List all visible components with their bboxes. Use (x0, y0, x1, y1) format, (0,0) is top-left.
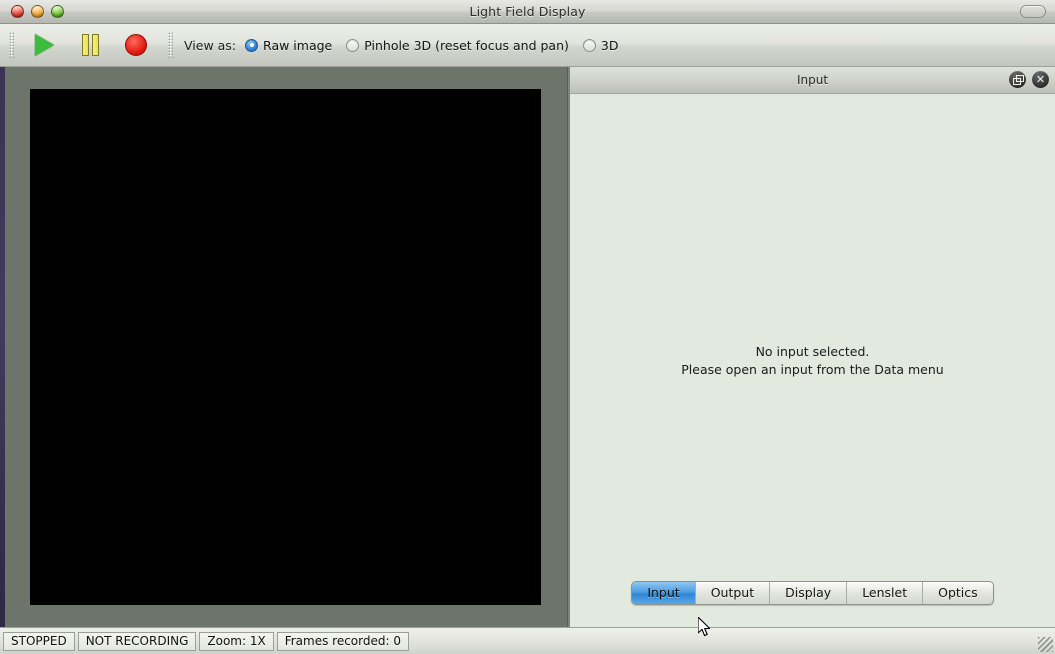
float-window-icon (1013, 75, 1022, 84)
status-zoom-level: Zoom: 1X (199, 632, 273, 651)
status-bar: STOPPED NOT RECORDING Zoom: 1X Frames re… (0, 627, 1055, 654)
record-icon (125, 34, 147, 56)
play-button[interactable] (21, 28, 67, 62)
view-as-label: View as: (184, 38, 236, 53)
window-resize-grip[interactable] (1038, 637, 1053, 652)
empty-state-message: No input selected. Please open an input … (681, 343, 943, 379)
empty-state-line-2: Please open an input from the Data menu (681, 361, 943, 379)
radio-indicator-icon (346, 39, 359, 52)
status-playback-state: STOPPED (3, 632, 75, 651)
application-window: Light Field Display View as: Raw image P… (0, 0, 1055, 654)
radio-3d[interactable]: 3D (583, 38, 619, 53)
tab-output[interactable]: Output (696, 582, 770, 604)
radio-pinhole-3d[interactable]: Pinhole 3D (reset focus and pan) (346, 38, 569, 53)
tab-optics[interactable]: Optics (923, 582, 993, 604)
status-frames-recorded: Frames recorded: 0 (277, 632, 409, 651)
record-button[interactable] (113, 28, 159, 62)
dock-float-button[interactable] (1009, 71, 1026, 88)
image-canvas[interactable] (30, 89, 541, 605)
radio-indicator-icon (583, 39, 596, 52)
toolbar-toggle-button[interactable] (1020, 5, 1046, 18)
toolbar-section-handle[interactable] (168, 32, 173, 58)
image-viewport[interactable] (5, 67, 568, 627)
radio-3d-label: 3D (601, 38, 619, 53)
toolbar: View as: Raw image Pinhole 3D (reset foc… (0, 24, 1055, 67)
input-dock-panel: Input ✕ No input selected. Please open a… (570, 67, 1055, 627)
play-icon (35, 34, 54, 56)
radio-raw-image[interactable]: Raw image (245, 38, 332, 53)
dock-title: Input (797, 73, 828, 87)
window-title: Light Field Display (0, 4, 1055, 19)
window-controls (11, 5, 64, 18)
dock-header-actions: ✕ (1009, 71, 1049, 88)
toolbar-drag-handle[interactable] (9, 32, 14, 58)
dock-header: Input ✕ (570, 67, 1055, 94)
view-as-radio-group: Raw image Pinhole 3D (reset focus and pa… (245, 38, 618, 53)
radio-raw-image-label: Raw image (263, 38, 332, 53)
dock-body: No input selected. Please open an input … (570, 94, 1055, 627)
pause-icon (82, 34, 99, 56)
tab-display[interactable]: Display (770, 582, 847, 604)
close-icon: ✕ (1036, 74, 1045, 85)
tab-input[interactable]: Input (632, 582, 695, 604)
zoom-window-button[interactable] (51, 5, 64, 18)
tab-lenslet[interactable]: Lenslet (847, 582, 923, 604)
empty-state-line-1: No input selected. (681, 343, 943, 361)
dock-close-button[interactable]: ✕ (1032, 71, 1049, 88)
radio-pinhole-3d-label: Pinhole 3D (reset focus and pan) (364, 38, 569, 53)
pause-button[interactable] (67, 28, 113, 62)
title-bar: Light Field Display (0, 0, 1055, 24)
mouse-cursor (698, 617, 712, 638)
minimize-window-button[interactable] (31, 5, 44, 18)
status-recording-state: NOT RECORDING (78, 632, 197, 651)
dock-tab-bar: Input Output Display Lenslet Optics (570, 581, 1055, 605)
radio-indicator-icon (245, 39, 258, 52)
close-window-button[interactable] (11, 5, 24, 18)
